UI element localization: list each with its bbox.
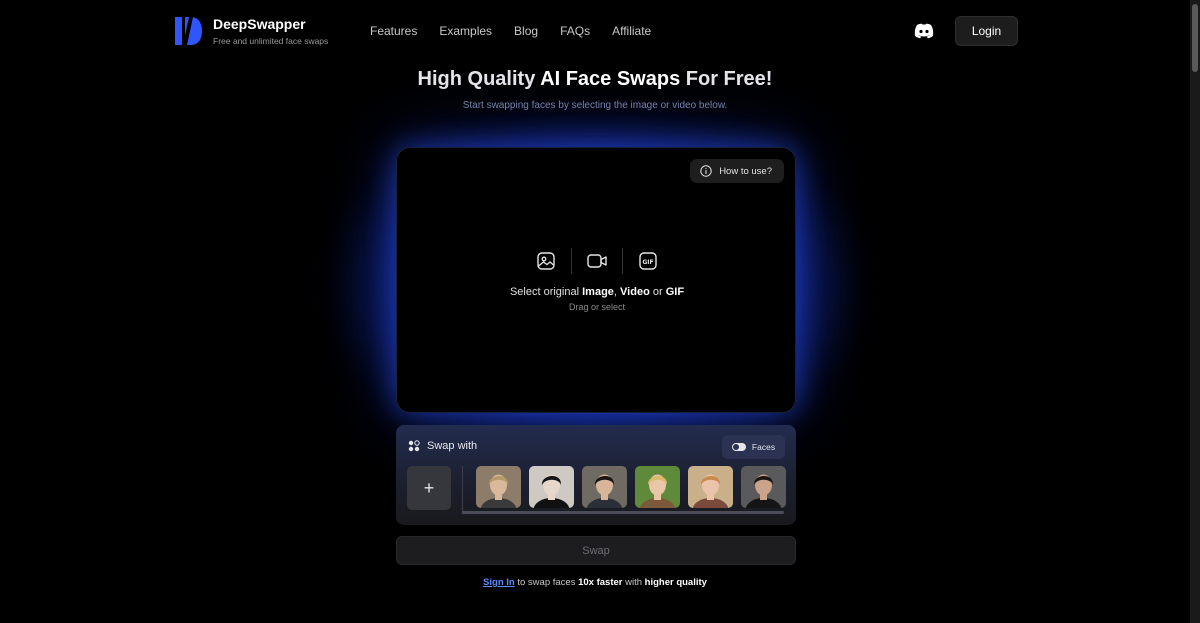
nav-examples[interactable]: Examples <box>439 24 492 38</box>
hero-subtitle: Start swapping faces by selecting the im… <box>462 100 728 111</box>
faces-divider <box>462 466 463 514</box>
hero-title-post: For Free! <box>680 68 773 90</box>
swap-button[interactable]: Swap <box>396 536 796 565</box>
how-to-use-button[interactable]: How to use? <box>690 159 784 183</box>
swap-with-label: Swap with <box>427 440 478 452</box>
brand-text: DeepSwapper Free and unlimited face swap… <box>213 16 328 46</box>
face-thumbnail[interactable] <box>688 466 733 508</box>
signin-prompt: Sign In to swap faces 10x faster with hi… <box>0 577 1190 588</box>
select-video: Video <box>620 286 650 298</box>
nav-faqs[interactable]: FAQs <box>560 24 590 38</box>
face-thumbnail[interactable] <box>582 466 627 508</box>
face-portrait-icon <box>745 474 782 508</box>
select-image: Image <box>582 286 614 298</box>
select-or: or <box>649 286 666 298</box>
page: DeepSwapper Free and unlimited face swap… <box>0 0 1200 623</box>
face-portrait-icon <box>586 474 623 508</box>
toggle-knob <box>732 444 739 450</box>
faces-toggle[interactable]: Faces <box>722 435 785 459</box>
image-icon <box>537 252 555 270</box>
select-media-text: Select original Image, Video or GIF <box>397 286 797 298</box>
face-portrait-icon <box>480 474 517 508</box>
faces-group-icon <box>408 440 420 452</box>
face-thumbnail[interactable] <box>741 466 786 508</box>
face-thumbnail[interactable] <box>529 466 574 508</box>
select-gif: GIF <box>665 286 685 298</box>
signin-with: with <box>622 577 645 588</box>
media-type-icons: GIF <box>397 248 797 274</box>
deepswapper-logo-icon <box>175 17 202 45</box>
icon-separator <box>622 248 623 274</box>
nav-features[interactable]: Features <box>370 24 417 38</box>
swap-with-panel: Swap with Faces + <box>396 425 796 525</box>
select-pre: Select original <box>509 286 583 298</box>
how-to-use-label: How to use? <box>719 165 772 177</box>
brand[interactable]: DeepSwapper Free and unlimited face swap… <box>173 16 328 46</box>
hero-title-bold: AI Face Swaps <box>540 68 681 90</box>
add-face-button[interactable]: + <box>407 466 451 510</box>
face-thumbnail[interactable] <box>476 466 521 508</box>
video-camera-icon <box>587 254 607 268</box>
swap-with-header: Swap with <box>408 440 477 452</box>
hero-title: High Quality AI Face Swaps For Free! <box>0 68 1190 91</box>
hero-title-pre: High Quality <box>417 68 541 90</box>
faces-toggle-label: Faces <box>751 442 776 452</box>
svg-text:GIF: GIF <box>642 259 653 266</box>
face-thumbnails <box>476 466 786 508</box>
signin-quality: higher quality <box>644 577 707 588</box>
upload-dropzone[interactable]: How to use? GIF Select original Image, V… <box>396 147 796 413</box>
nav-blog[interactable]: Blog <box>514 24 538 38</box>
gif-icon: GIF <box>639 252 657 270</box>
signin-fast: 10x faster <box>578 577 623 588</box>
face-portrait-icon <box>639 474 676 508</box>
nav-affiliate[interactable]: Affiliate <box>612 24 651 38</box>
signin-mid: to swap faces <box>514 577 579 588</box>
toggle-switch-icon <box>731 443 746 451</box>
brand-tagline: Free and unlimited face swaps <box>213 36 329 46</box>
face-portrait-icon <box>533 474 570 508</box>
scrollbar-thumb[interactable] <box>1192 4 1198 72</box>
face-portrait-icon <box>692 474 729 508</box>
brand-name: DeepSwapper <box>213 16 306 32</box>
faces-scrollbar[interactable] <box>462 511 784 514</box>
face-thumbnail[interactable] <box>635 466 680 508</box>
info-icon <box>700 165 712 177</box>
icon-separator <box>571 248 572 274</box>
scrollbar-track[interactable] <box>1190 0 1200 623</box>
discord-icon[interactable] <box>914 23 934 39</box>
main-nav: Features Examples Blog FAQs Affiliate <box>370 24 673 38</box>
login-button[interactable]: Login <box>955 16 1018 46</box>
sign-in-link[interactable]: Sign In <box>483 577 515 588</box>
drag-or-select-text: Drag or select <box>568 302 626 312</box>
